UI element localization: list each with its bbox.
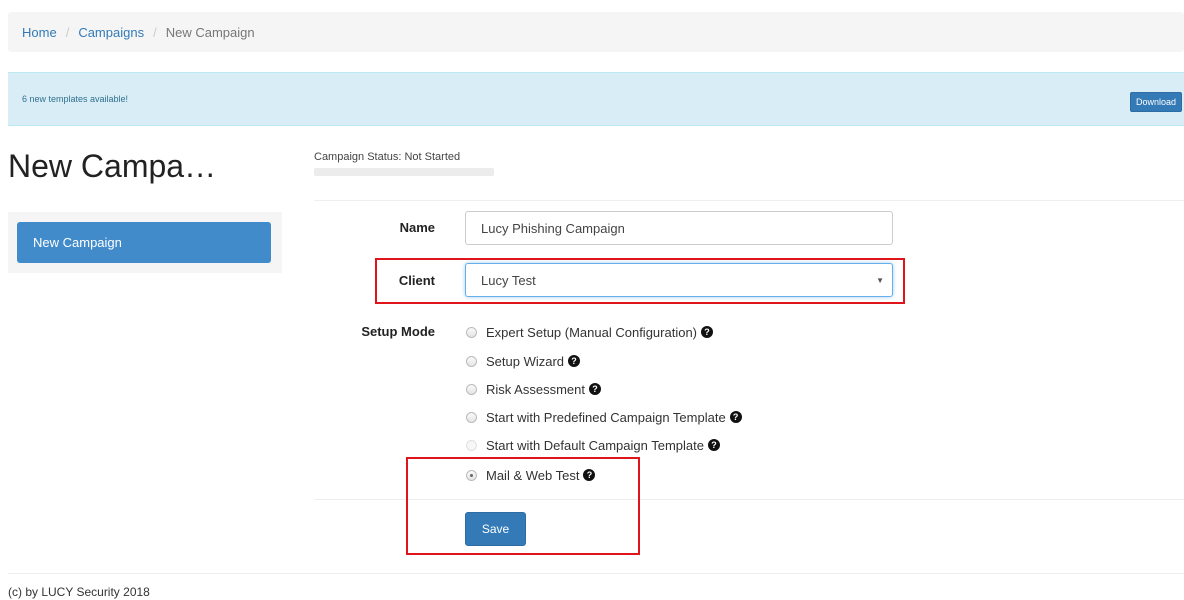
question-circle-icon[interactable]: ? — [707, 439, 720, 451]
templates-alert: 6 new templates available! Download — [8, 72, 1184, 126]
breadcrumb: Home / Campaigns / New Campaign — [8, 12, 1184, 52]
setup-option-risk-assessment[interactable]: Risk Assessment ? — [466, 380, 601, 398]
breadcrumb-current: New Campaign — [165, 24, 255, 40]
footer-copyright: (c) by LUCY Security 2018 — [8, 585, 150, 599]
radio-button[interactable] — [466, 383, 477, 395]
setup-option-expert[interactable]: Expert Setup (Manual Configuration) ? — [466, 323, 714, 341]
divider — [8, 573, 1184, 574]
setup-mode-label: Setup Mode — [361, 324, 435, 339]
question-circle-icon[interactable]: ? — [701, 326, 714, 338]
radio-button[interactable] — [466, 411, 477, 423]
save-highlight-box — [406, 457, 640, 555]
name-input[interactable]: Lucy Phishing Campaign — [465, 211, 893, 245]
setup-option-label: Start with Default Campaign Template — [486, 437, 704, 453]
sidebar-item-new-campaign[interactable]: New Campaign — [17, 222, 271, 263]
setup-option-label: Risk Assessment — [486, 381, 585, 397]
name-input-value: Lucy Phishing Campaign — [481, 220, 625, 236]
question-circle-icon[interactable]: ? — [588, 383, 601, 395]
setup-option-default-template[interactable]: Start with Default Campaign Template ? — [466, 436, 720, 454]
setup-option-label: Setup Wizard — [486, 353, 565, 369]
breadcrumb-home-link[interactable]: Home — [22, 25, 57, 40]
setup-option-wizard[interactable]: Setup Wizard ? — [466, 352, 581, 370]
setup-option-label: Start with Predefined Campaign Template — [486, 409, 726, 425]
name-label: Name — [399, 220, 435, 235]
setup-option-label: Expert Setup (Manual Configuration) — [486, 324, 698, 340]
setup-option-predefined-template[interactable]: Start with Predefined Campaign Template … — [466, 408, 742, 426]
page-title: New Campa… — [8, 148, 217, 184]
campaign-status-progress — [314, 168, 494, 176]
client-highlight-box — [375, 258, 905, 304]
question-circle-icon[interactable]: ? — [729, 411, 742, 423]
breadcrumb-separator: / — [65, 24, 70, 40]
breadcrumb-campaigns-link[interactable]: Campaigns — [78, 25, 144, 40]
campaign-status: Campaign Status: Not Started — [314, 151, 461, 163]
radio-button[interactable] — [466, 326, 477, 338]
radio-button[interactable] — [466, 355, 477, 367]
breadcrumb-separator: / — [153, 24, 157, 40]
radio-button[interactable] — [466, 439, 477, 451]
question-circle-icon[interactable]: ? — [568, 355, 581, 367]
alert-message: 6 new templates available! — [22, 94, 129, 104]
download-button[interactable]: Download — [1129, 92, 1182, 112]
divider — [314, 200, 1184, 201]
